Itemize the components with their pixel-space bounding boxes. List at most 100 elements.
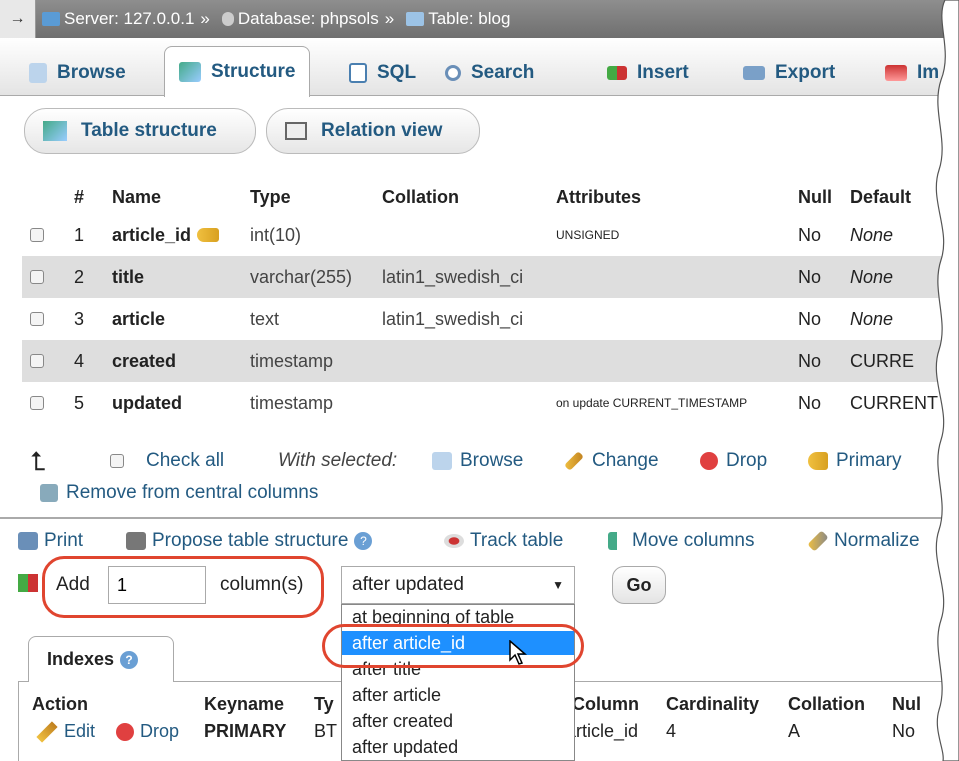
central-columns-icon bbox=[40, 484, 58, 502]
dropdown-option[interactable]: after article_id bbox=[342, 631, 574, 655]
row-attributes: on update CURRENT_TIMESTAMP bbox=[556, 396, 748, 410]
row-type: int(10) bbox=[250, 224, 302, 245]
tab-label: Browse bbox=[57, 61, 126, 83]
breadcrumb-table[interactable]: Table: blog bbox=[406, 9, 510, 29]
track-table-link[interactable]: Track table bbox=[444, 530, 563, 552]
row-checkbox[interactable] bbox=[30, 354, 44, 368]
browse-icon bbox=[29, 62, 47, 83]
row-type: timestamp bbox=[250, 350, 334, 371]
help-icon[interactable]: ? bbox=[354, 532, 373, 550]
index-drop-link[interactable]: Drop bbox=[116, 721, 179, 742]
row-null: No bbox=[798, 392, 822, 413]
tab-insert[interactable]: Insert bbox=[598, 48, 698, 96]
import-icon bbox=[885, 64, 907, 81]
tab-browse[interactable]: Browse bbox=[20, 48, 135, 96]
column-position-select[interactable]: after updated ▼ bbox=[341, 566, 575, 604]
row-checkbox-cell[interactable] bbox=[30, 214, 44, 256]
dropdown-option[interactable]: after title bbox=[342, 657, 574, 681]
column-count-input[interactable] bbox=[108, 566, 206, 604]
table-row: 5 updated timestamp on update CURRENT_TIMES… bbox=[22, 382, 942, 424]
row-checkbox[interactable] bbox=[30, 270, 44, 284]
add-column-icon bbox=[18, 574, 38, 592]
server-icon bbox=[42, 12, 60, 26]
propose-label: Propose table structure bbox=[152, 530, 349, 551]
relation-view-button[interactable]: Relation view bbox=[266, 108, 480, 154]
remove-central-button[interactable]: Remove from central columns bbox=[40, 482, 318, 504]
table-structure-button[interactable]: Table structure bbox=[24, 108, 256, 154]
row-name: article bbox=[112, 298, 165, 340]
tab-search[interactable]: Search bbox=[436, 48, 543, 96]
column-header[interactable]: Name bbox=[112, 180, 161, 214]
column-position-dropdown: at beginning of table after article_id aft… bbox=[341, 604, 575, 761]
structure-icon bbox=[43, 121, 67, 141]
row-name-text: article_id bbox=[112, 224, 192, 245]
help-icon[interactable]: ? bbox=[120, 650, 139, 669]
row-checkbox-cell[interactable] bbox=[30, 340, 44, 382]
row-checkbox-cell[interactable] bbox=[30, 256, 44, 298]
column-header[interactable]: Attributes bbox=[556, 180, 641, 214]
column-header[interactable]: Default bbox=[850, 180, 911, 214]
check-all[interactable]: Check all bbox=[110, 450, 224, 472]
index-edit-label: Edit bbox=[64, 721, 96, 741]
bulk-drop-button[interactable]: Drop bbox=[700, 450, 767, 472]
tab-sql[interactable]: SQL bbox=[338, 48, 427, 96]
row-name-text: created bbox=[112, 350, 177, 371]
drop-icon bbox=[700, 452, 718, 470]
dropdown-option[interactable]: after updated bbox=[342, 735, 574, 759]
index-header-column: Column bbox=[572, 694, 639, 714]
check-all-checkbox[interactable] bbox=[110, 454, 124, 468]
row-default: None bbox=[850, 308, 894, 329]
back-arrow-icon[interactable]: → bbox=[0, 0, 36, 38]
propose-structure-link[interactable]: Propose table structure ? bbox=[126, 530, 373, 552]
row-name-text: article bbox=[112, 308, 166, 329]
print-link[interactable]: Print bbox=[18, 530, 83, 552]
main-tabs: Browse Structure SQL Search Insert Expor… bbox=[0, 38, 959, 97]
column-position-value: after updated bbox=[352, 574, 464, 595]
drop-icon bbox=[116, 722, 134, 741]
bulk-primary-button[interactable]: Primary bbox=[808, 450, 901, 472]
row-checkbox-cell[interactable] bbox=[30, 298, 44, 340]
column-header[interactable]: Null bbox=[798, 180, 832, 214]
index-header-type: Ty bbox=[314, 694, 334, 714]
tab-export[interactable]: Export bbox=[734, 48, 844, 96]
row-checkbox[interactable] bbox=[30, 228, 44, 242]
column-header[interactable]: Type bbox=[250, 180, 291, 214]
row-name-text: updated bbox=[112, 392, 182, 413]
row-checkbox-cell[interactable] bbox=[30, 382, 44, 424]
row-default: None bbox=[850, 266, 894, 287]
move-columns-link[interactable]: Move columns bbox=[608, 530, 755, 552]
bulk-change-label: Change bbox=[592, 450, 659, 471]
go-button[interactable]: Go bbox=[612, 566, 666, 604]
bulk-change-button[interactable]: Change bbox=[564, 450, 659, 472]
tab-structure[interactable]: Structure bbox=[164, 46, 311, 97]
table-row: 2 title varchar(255) latin1_swedish_ci No Non… bbox=[22, 256, 942, 298]
bulk-drop-label: Drop bbox=[726, 450, 768, 471]
normalize-link[interactable]: Normalize bbox=[807, 530, 920, 552]
breadcrumb-server[interactable]: Server: 127.0.0.1 bbox=[42, 9, 194, 29]
row-null: No bbox=[798, 350, 822, 371]
database-icon bbox=[221, 12, 234, 26]
column-header[interactable]: Collation bbox=[382, 180, 459, 214]
index-header-collation: Collation bbox=[788, 694, 865, 714]
dropdown-option[interactable]: at beginning of table bbox=[342, 605, 574, 629]
row-number: 4 bbox=[74, 350, 85, 371]
row-type: timestamp bbox=[250, 392, 334, 413]
row-checkbox[interactable] bbox=[30, 312, 44, 326]
bulk-browse-button[interactable]: Browse bbox=[432, 450, 523, 472]
row-null: No bbox=[798, 308, 822, 329]
check-all-label: Check all bbox=[146, 450, 225, 471]
index-header-cardinality: Cardinality bbox=[666, 694, 760, 714]
breadcrumb-database[interactable]: Database: phpsols bbox=[221, 9, 379, 29]
row-null: No bbox=[798, 224, 822, 245]
index-edit-link[interactable]: Edit bbox=[36, 720, 96, 743]
print-label: Print bbox=[44, 530, 84, 551]
row-collation: latin1_swedish_ci bbox=[382, 308, 524, 329]
tab-label: Structure bbox=[211, 61, 296, 82]
index-drop-label: Drop bbox=[140, 721, 180, 741]
index-type: BT bbox=[314, 721, 338, 741]
dropdown-option[interactable]: after article bbox=[342, 683, 574, 707]
indexes-tab[interactable]: Indexes ? bbox=[28, 636, 174, 682]
row-checkbox[interactable] bbox=[30, 396, 44, 410]
dropdown-option[interactable]: after created bbox=[342, 709, 574, 733]
remove-central-label: Remove from central columns bbox=[66, 482, 319, 503]
